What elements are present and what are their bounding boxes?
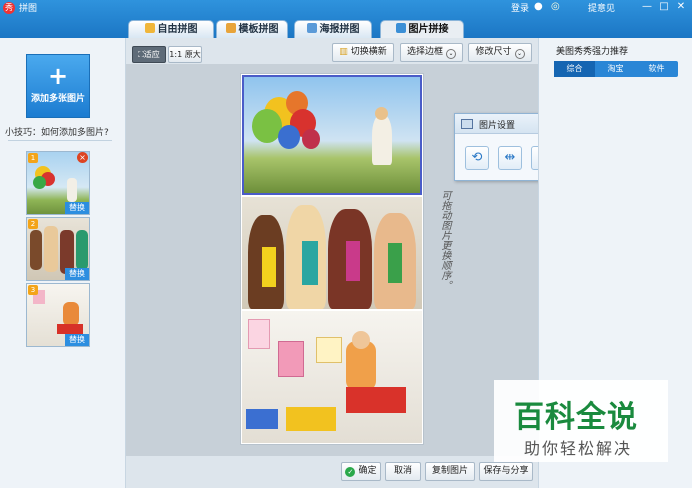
scarf-shape <box>388 243 402 283</box>
child-head-shape <box>375 107 388 120</box>
drawing-shape <box>248 319 270 349</box>
crayon-shape <box>286 407 336 431</box>
tab-label: 自由拼图 <box>157 24 198 35</box>
child-shape <box>372 115 392 165</box>
chevron-down-icon: ⌄ <box>446 49 456 59</box>
tab-taobao[interactable]: 淘宝 <box>595 61 636 77</box>
image-icon <box>461 119 473 129</box>
thumbnail-number: 1 <box>28 153 38 163</box>
template-collage-icon <box>225 23 236 33</box>
collage-photo-balloons[interactable] <box>242 75 422 195</box>
replace-button[interactable]: 替换 <box>65 268 89 280</box>
save-share-button[interactable]: 保存与分享 <box>479 462 533 481</box>
plus-icon: + <box>47 62 69 90</box>
login-link[interactable]: 登录 <box>511 1 529 14</box>
thumbnail-number: 3 <box>28 285 38 295</box>
switch-layout-label: 切换横新 <box>350 47 387 57</box>
recommend-title: 美图秀秀强力推荐 <box>556 47 629 57</box>
watermark-subtitle: 助你轻松解决 <box>524 439 633 458</box>
child-shape <box>67 178 77 202</box>
feedback-link[interactable]: 提意见 <box>588 1 615 14</box>
thumbnail-2[interactable]: 2 替换 <box>26 217 90 281</box>
scarf-shape <box>346 241 360 281</box>
resize-select[interactable]: 修改尺寸 ⌄ <box>468 43 532 62</box>
balloon-shape <box>278 125 300 149</box>
collage-photo-children[interactable] <box>242 197 422 309</box>
resize-select-label: 修改尺寸 <box>475 47 512 57</box>
watermark-title: 百科全说 <box>514 400 638 435</box>
balloon-shape <box>33 176 46 189</box>
check-icon: ✓ <box>345 467 356 477</box>
replace-button[interactable]: 替换 <box>65 202 89 214</box>
fit-label: 适应 <box>143 50 160 59</box>
table-shape <box>346 387 406 413</box>
tab-general[interactable]: 综合 <box>554 61 595 77</box>
popup-title: 图片设置 <box>479 121 516 131</box>
minimize-button[interactable]: — <box>640 1 654 13</box>
recommend-tabs: 综合 淘宝 软件 <box>554 61 678 77</box>
tab-free-collage[interactable]: 自由拼图 <box>128 20 214 38</box>
bottom-bar <box>126 458 538 488</box>
weibo-icon[interactable]: ◎ <box>551 1 563 13</box>
maximize-button[interactable]: □ <box>657 1 671 13</box>
ok-label: 确定 <box>358 466 377 476</box>
child-shape <box>63 302 79 326</box>
drawing-shape <box>278 341 304 377</box>
free-collage-icon <box>144 23 155 33</box>
divider <box>8 140 112 141</box>
table-shape <box>57 324 83 334</box>
tab-label: 模板拼图 <box>238 24 279 35</box>
child-head-shape <box>352 331 370 349</box>
original-size-button[interactable]: 1:1 原大 <box>168 46 202 63</box>
replace-button[interactable]: 替换 <box>65 334 89 346</box>
toy-shape <box>246 409 278 429</box>
add-images-label: 添加多张图片 <box>30 94 85 104</box>
balloon-shape <box>302 129 320 149</box>
child-shape <box>44 226 58 272</box>
close-button[interactable]: ✕ <box>674 1 688 13</box>
app-logo-icon: 秀 <box>3 2 15 14</box>
border-select[interactable]: 选择边框 ⌄ <box>400 43 463 62</box>
cancel-button[interactable]: 取消 <box>385 462 421 481</box>
thumbnail-number: 2 <box>28 219 38 229</box>
watermark: 百科全说 助你轻松解决 <box>494 380 668 462</box>
border-select-label: 选择边框 <box>406 47 443 57</box>
scarf-shape <box>302 241 318 285</box>
rotate-icon: ⟲ <box>471 150 483 165</box>
flip-icon: ⇹ <box>504 150 516 165</box>
poster-collage-icon <box>306 23 317 33</box>
tab-template-collage[interactable]: 模板拼图 <box>216 20 288 38</box>
scarf-shape <box>262 247 276 287</box>
switch-layout-icon: ▥ <box>339 47 348 57</box>
tab-label: 图片拼接 <box>408 24 449 35</box>
tip-link[interactable]: 小技巧：如何添加多图片? <box>5 125 109 138</box>
child-shape <box>76 230 88 270</box>
add-images-button[interactable]: + 添加多张图片 <box>26 54 90 118</box>
thumbnail-1[interactable]: 1 × 替换 <box>26 151 90 215</box>
collage-photo-drawing[interactable] <box>242 311 422 443</box>
user-icon[interactable]: ● <box>534 1 546 13</box>
tab-software[interactable]: 软件 <box>636 61 677 77</box>
drawing-shape <box>316 337 342 363</box>
tab-poster-collage[interactable]: 海报拼图 <box>294 20 372 38</box>
switch-layout-button[interactable]: ▥ 切换横新 <box>332 43 394 62</box>
fit-button[interactable]: ⛶适应 <box>132 46 166 63</box>
window-title: 拼图 <box>19 4 38 14</box>
rotate-button[interactable]: ⟲ <box>465 146 489 170</box>
copy-image-button[interactable]: 复制图片 <box>425 462 475 481</box>
drag-hint-note: 可拖动图片更换顺序。 <box>439 190 450 290</box>
chevron-down-icon: ⌄ <box>514 49 525 59</box>
child-shape <box>30 230 42 270</box>
delete-icon[interactable]: × <box>77 152 88 163</box>
thumbnail-3[interactable]: 3 替换 <box>26 283 90 347</box>
ok-button[interactable]: ✓ 确定 <box>341 462 381 481</box>
image-stitch-icon <box>395 23 406 33</box>
tab-label: 海报拼图 <box>319 24 360 35</box>
flip-button[interactable]: ⇹ <box>498 146 522 170</box>
tab-image-stitch[interactable]: 图片拼接 <box>380 20 464 38</box>
